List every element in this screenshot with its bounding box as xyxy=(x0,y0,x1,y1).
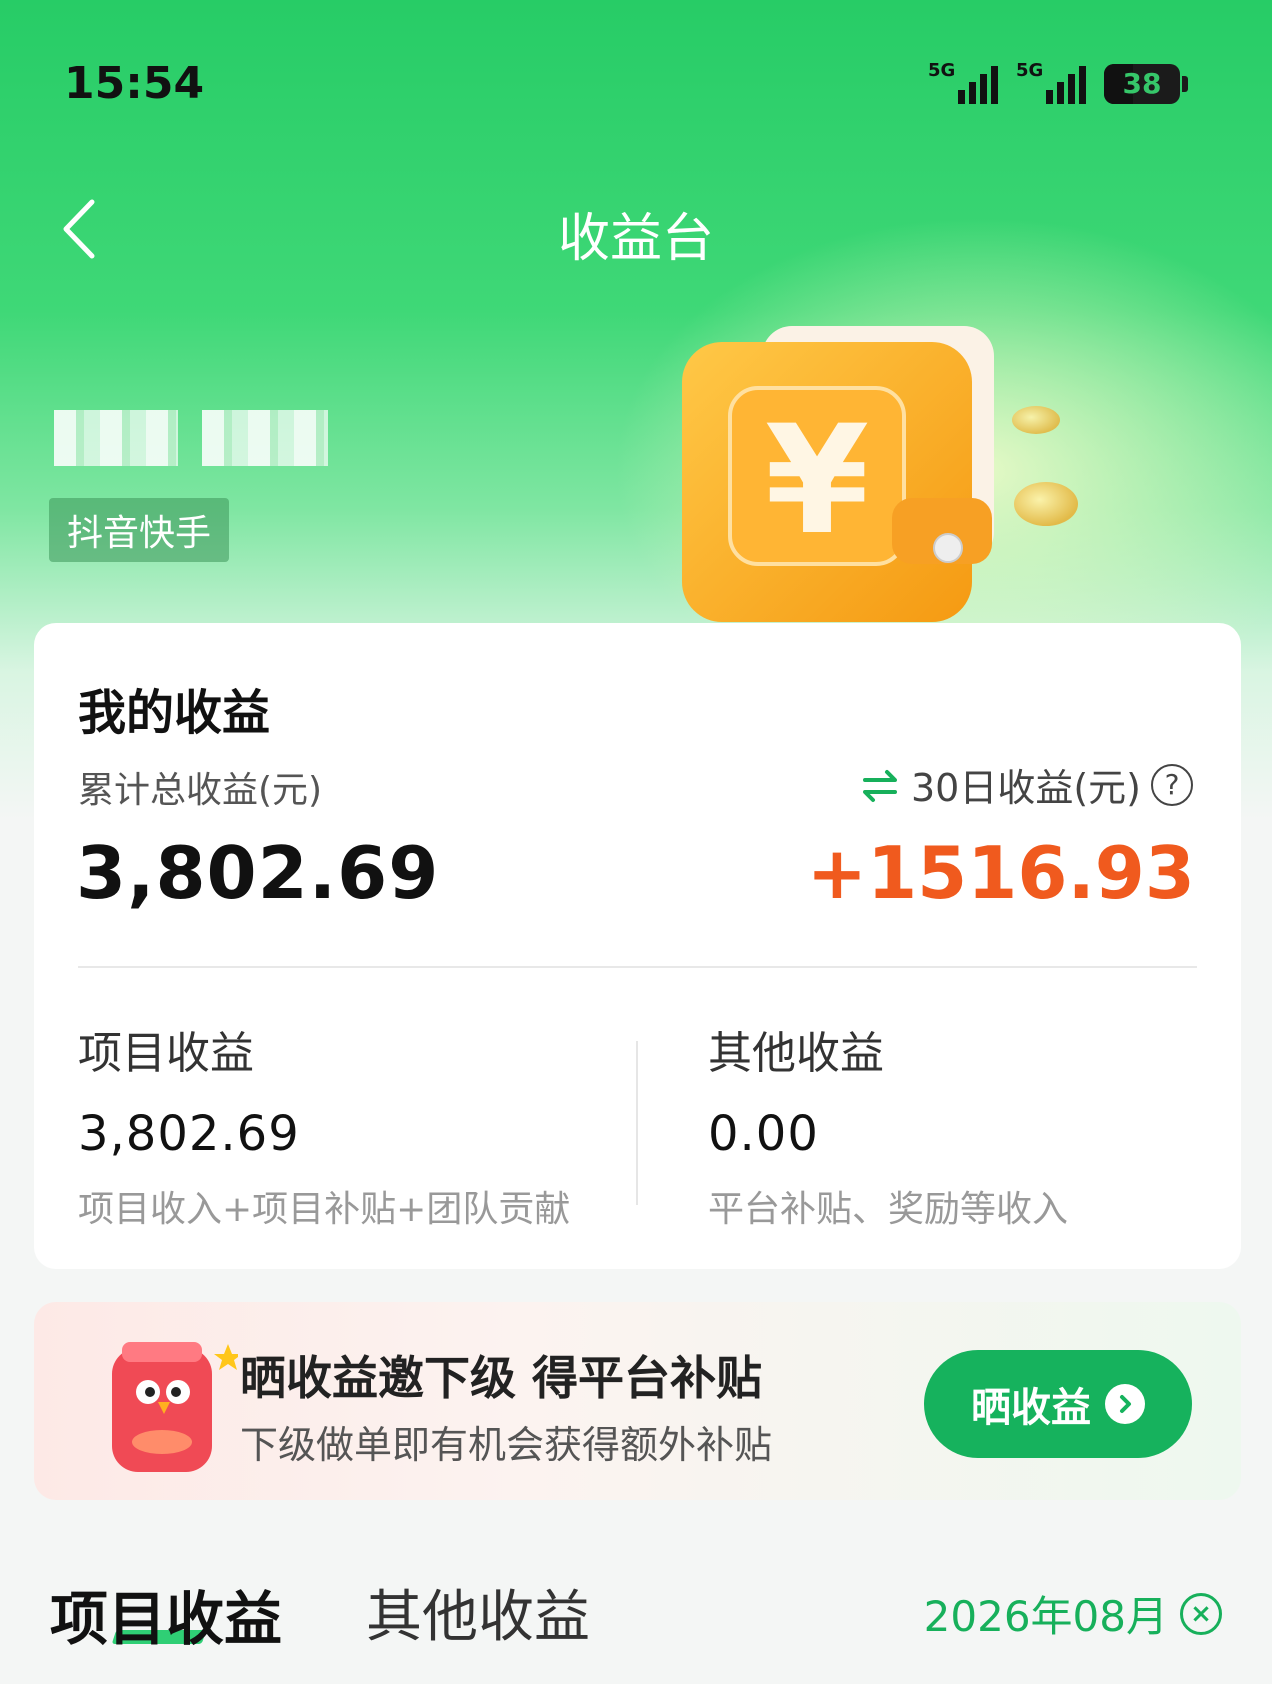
other-earnings-title: 其他收益 xyxy=(708,1028,884,1079)
chevron-right-icon xyxy=(1105,1384,1145,1424)
svg-text:¥: ¥ xyxy=(765,394,869,568)
share-earnings-label: 晒收益 xyxy=(971,1385,1091,1431)
30day-earnings-value: +1516.93 xyxy=(806,831,1195,915)
clear-icon[interactable]: × xyxy=(1180,1592,1222,1635)
swap-icon[interactable] xyxy=(859,764,901,806)
coin-icon-3 xyxy=(1014,482,1078,526)
project-earnings-value: 3,802.69 xyxy=(78,1106,300,1162)
status-icons: 5G 5G 38 xyxy=(928,60,1188,104)
signal-icon: 5G xyxy=(928,60,998,104)
total-earnings-label: 累计总收益(元) xyxy=(78,770,323,811)
username-blurred xyxy=(54,410,328,466)
30day-earnings-toggle[interactable]: 30日收益(元) ? xyxy=(859,757,1193,812)
project-earnings-desc: 项目收入+项目补贴+团队贡献 xyxy=(78,1189,571,1230)
other-earnings-desc: 平台补贴、奖励等收入 xyxy=(708,1189,1069,1230)
tab-project-earnings[interactable]: 项目收益 xyxy=(50,1572,282,1656)
other-earnings-value: 0.00 xyxy=(708,1106,819,1162)
status-time: 15:54 xyxy=(64,58,205,109)
signal-label-2: 5G xyxy=(1016,60,1044,81)
tab-other-earnings[interactable]: 其他收益 xyxy=(366,1572,590,1653)
help-icon[interactable]: ? xyxy=(1151,763,1193,806)
30day-earnings-label: 30日收益(元) xyxy=(910,766,1141,810)
promo-banner[interactable]: 晒收益邀下级 得平台补贴 下级做单即有机会获得额外补贴 晒收益 xyxy=(34,1302,1241,1500)
promo-subtitle: 下级做单即有机会获得额外补贴 xyxy=(240,1423,773,1467)
page-title: 收益台 xyxy=(557,209,714,269)
coin-icon-2 xyxy=(1012,406,1060,434)
month-selector[interactable]: 2026年08月 × xyxy=(924,1583,1222,1644)
battery-level: 38 xyxy=(1122,67,1162,100)
month-label: 2026年08月 xyxy=(923,1592,1168,1641)
signal-label: 5G xyxy=(928,60,956,81)
total-earnings-value: 3,802.69 xyxy=(76,831,440,915)
divider xyxy=(78,966,1197,968)
user-tag: 抖音快手 xyxy=(49,498,230,562)
column-divider xyxy=(636,1041,638,1205)
earnings-card: 我的收益 累计总收益(元) 3,802.69 30日收益(元) ? +1516.… xyxy=(34,623,1241,1269)
wallet-illustration: ¥ xyxy=(682,326,1078,622)
signal-icon-2: 5G xyxy=(1016,60,1086,104)
mascot-icon xyxy=(112,1342,238,1472)
card-title: 我的收益 xyxy=(78,685,271,741)
promo-title: 晒收益邀下级 得平台补贴 xyxy=(240,1351,763,1405)
project-earnings-title: 项目收益 xyxy=(78,1028,254,1079)
share-earnings-button[interactable]: 晒收益 xyxy=(924,1350,1192,1458)
battery-icon: 38 xyxy=(1104,64,1188,104)
